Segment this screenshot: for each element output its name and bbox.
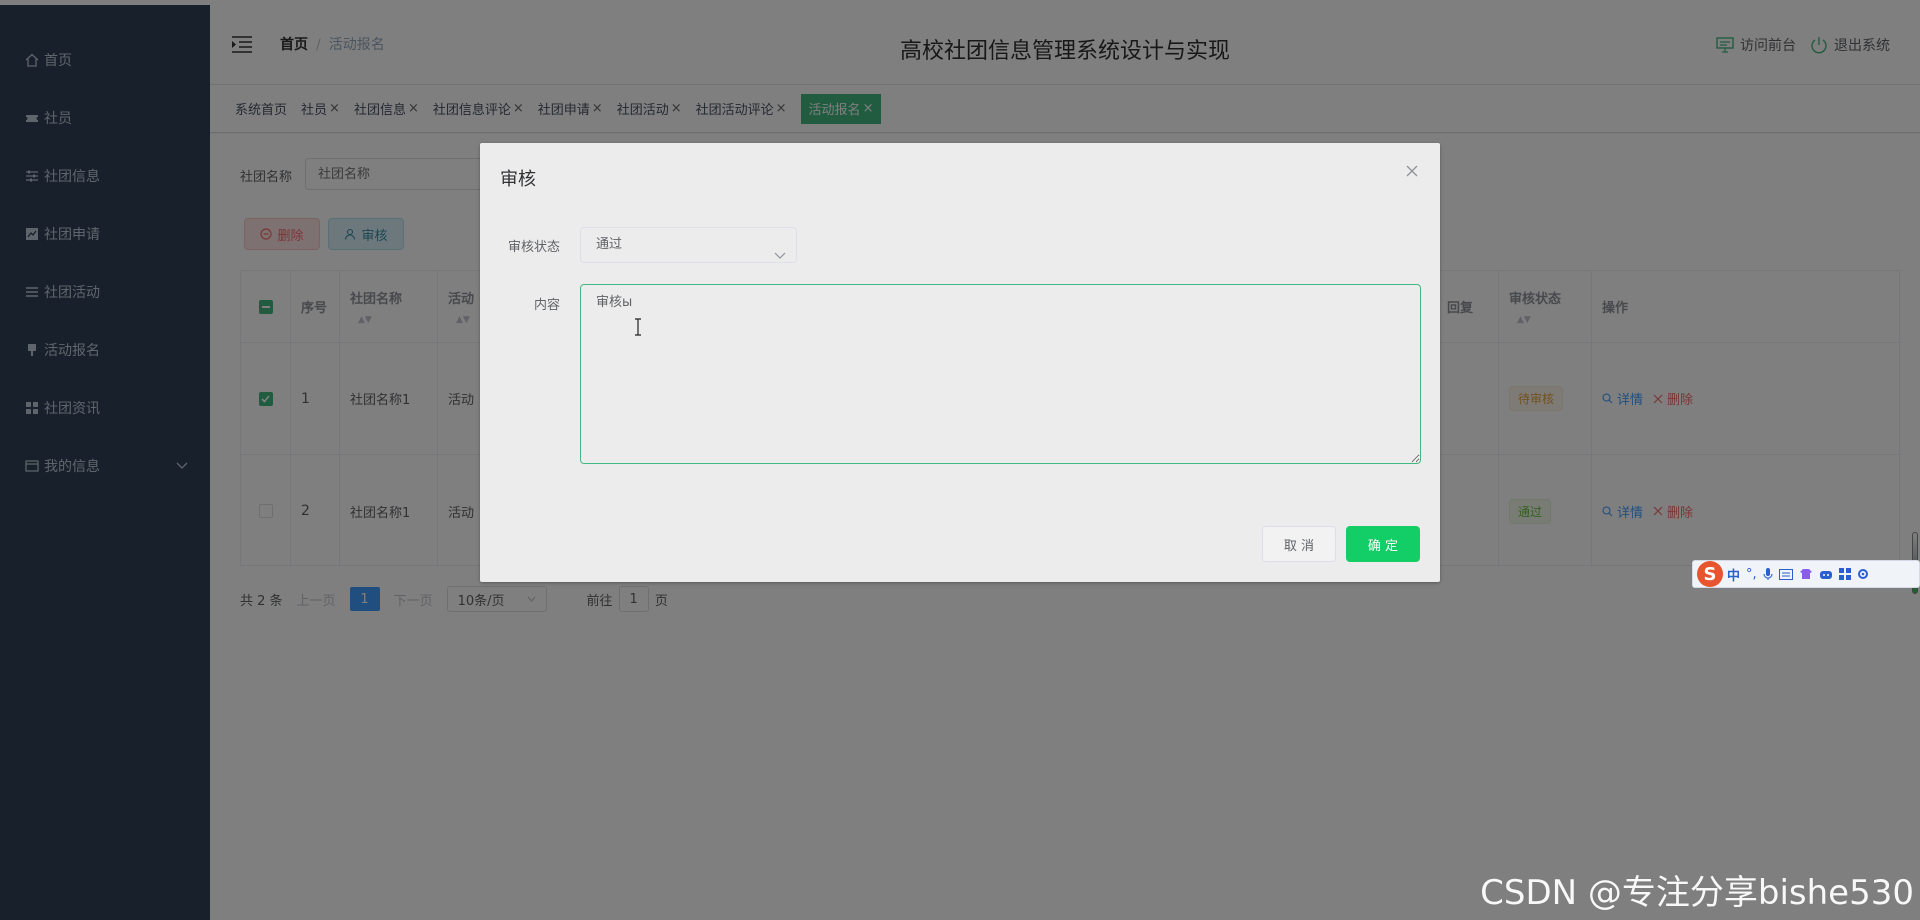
microphone-icon[interactable] xyxy=(1763,567,1773,581)
confirm-button[interactable]: 确 定 xyxy=(1346,526,1420,562)
audit-status-label: 审核状态 xyxy=(507,240,560,255)
ime-logo[interactable]: S xyxy=(1697,561,1723,587)
audit-dialog: 审核 审核状态 通过 内容 审核ы 取 消 确 定 xyxy=(480,143,1440,582)
close-icon[interactable] xyxy=(1404,163,1420,179)
chevron-down-icon xyxy=(774,240,786,274)
ime-toolbar: S 中 °, xyxy=(1692,560,1920,588)
skin-icon[interactable] xyxy=(1799,568,1813,580)
audit-status-value: 通过 xyxy=(596,237,623,252)
apps-icon[interactable] xyxy=(1838,568,1851,580)
ime-mode[interactable]: 中 xyxy=(1727,565,1740,584)
watermark: CSDN @专注分享bishe530 xyxy=(1480,873,1914,913)
content-label: 内容 xyxy=(533,298,560,313)
text-cursor-icon xyxy=(633,318,643,340)
cancel-button[interactable]: 取 消 xyxy=(1262,526,1336,562)
keyboard-icon[interactable] xyxy=(1778,568,1793,580)
robot-icon[interactable] xyxy=(1819,568,1833,580)
settings-icon[interactable] xyxy=(1857,568,1869,580)
ime-punct[interactable]: °, xyxy=(1746,567,1757,582)
content-textarea[interactable]: 审核ы xyxy=(580,284,1421,464)
dialog-title: 审核 xyxy=(500,169,536,190)
audit-status-select[interactable]: 通过 xyxy=(580,227,797,263)
